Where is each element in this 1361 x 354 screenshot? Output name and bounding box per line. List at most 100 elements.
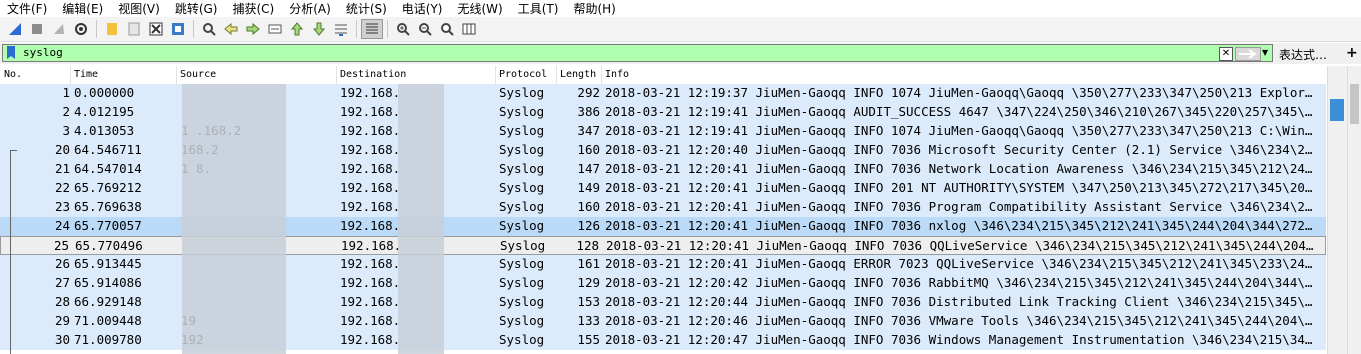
cell-length: 128 <box>576 238 599 253</box>
menu-wireless[interactable]: 无线(W) <box>451 0 511 17</box>
zoom-normal-icon[interactable] <box>436 19 458 39</box>
cell-no: 20 <box>54 142 70 157</box>
toolbar-separator <box>193 20 194 38</box>
cell-protocol: Syslog <box>499 85 545 100</box>
arrow-right-icon <box>1239 49 1257 59</box>
cell-time: 64.547014 <box>74 161 142 176</box>
cell-time: 65.914086 <box>74 275 142 290</box>
first-packet-icon[interactable] <box>286 19 308 39</box>
find-packet-icon[interactable] <box>198 19 220 39</box>
col-protocol-header[interactable]: Protocol <box>499 69 547 80</box>
add-filter-button[interactable]: + <box>1346 45 1358 61</box>
minimap-marker[interactable] <box>1330 99 1344 121</box>
save-file-icon[interactable] <box>123 19 145 39</box>
cell-time: 4.012195 <box>74 104 135 119</box>
autoscroll-icon[interactable] <box>330 19 352 39</box>
cell-protocol: Syslog <box>499 142 545 157</box>
cell-info: 2018-03-21 12:20:42 JiuMen-Gaoqq INFO 70… <box>605 275 1313 290</box>
close-file-icon[interactable] <box>145 19 167 39</box>
cell-no: 1 <box>62 85 70 100</box>
col-destination-header[interactable]: Destination <box>340 69 406 80</box>
shark-fin-start-icon[interactable] <box>4 19 26 39</box>
go-forward-icon[interactable] <box>242 19 264 39</box>
column-divider[interactable] <box>495 66 496 84</box>
cell-length: 161 <box>577 256 600 271</box>
open-file-icon[interactable] <box>101 19 123 39</box>
redacted-source-blur <box>182 84 286 354</box>
zoom-in-icon[interactable] <box>392 19 414 39</box>
cell-no: 22 <box>54 180 70 195</box>
menu-statistics[interactable]: 统计(S) <box>339 0 395 17</box>
menu-file[interactable]: 文件(F) <box>0 0 55 17</box>
cell-info: 2018-03-21 12:20:41 JiuMen-Gaoqq INFO 70… <box>605 161 1313 176</box>
cell-destination: 192.168. <box>340 161 401 176</box>
go-back-icon[interactable] <box>220 19 242 39</box>
colorize-icon[interactable] <box>361 19 383 39</box>
main-toolbar <box>0 17 1361 42</box>
col-time-header[interactable]: Time <box>74 69 98 80</box>
clear-filter-icon[interactable]: ✕ <box>1219 47 1233 61</box>
resize-columns-icon[interactable] <box>458 19 480 39</box>
display-filter-input[interactable]: syslog ✕ ▼ <box>2 44 1273 62</box>
column-divider[interactable] <box>70 66 71 84</box>
cell-no: 2 <box>62 104 70 119</box>
cell-info: 2018-03-21 12:20:47 JiuMen-Gaoqq INFO 70… <box>605 332 1313 347</box>
reload-file-icon[interactable] <box>167 19 189 39</box>
packet-list: 1 0.000000 192.168. Syslog 292 2018-03-21 12:… <box>0 84 1326 354</box>
toolbar-separator <box>96 20 97 38</box>
menu-analyze[interactable]: 分析(A) <box>282 0 339 17</box>
col-length-header[interactable]: Length <box>560 69 596 80</box>
cell-no: 27 <box>54 275 70 290</box>
cell-protocol: Syslog <box>499 161 545 176</box>
cell-info: 2018-03-21 12:20:44 JiuMen-Gaoqq INFO 70… <box>605 294 1313 309</box>
cell-destination: 192.168. <box>340 332 401 347</box>
apply-filter-button[interactable] <box>1235 47 1261 61</box>
col-no-header[interactable]: No. <box>4 69 22 80</box>
cell-info: 2018-03-21 12:19:37 JiuMen-Gaoqq INFO 10… <box>605 85 1313 100</box>
filter-history-dropdown-icon[interactable]: ▼ <box>1262 48 1268 57</box>
restart-icon[interactable] <box>48 19 70 39</box>
cell-no: 23 <box>54 199 70 214</box>
column-divider[interactable] <box>601 66 602 84</box>
scrollbar-thumb[interactable] <box>1350 84 1359 124</box>
menu-capture[interactable]: 捕获(C) <box>225 0 282 17</box>
cell-length: 133 <box>577 313 600 328</box>
capture-options-icon[interactable] <box>70 19 92 39</box>
col-info-header[interactable]: Info <box>605 69 629 80</box>
cell-length: 155 <box>577 332 600 347</box>
column-divider[interactable] <box>176 66 177 84</box>
cell-length: 386 <box>577 104 600 119</box>
col-source-header[interactable]: Source <box>180 69 216 80</box>
cell-no: 24 <box>54 218 70 233</box>
cell-info: 2018-03-21 12:20:41 JiuMen-Gaoqq INFO 70… <box>605 199 1313 214</box>
display-filter-bar: syslog ✕ ▼ 表达式… + <box>0 43 1361 64</box>
last-packet-icon[interactable] <box>308 19 330 39</box>
cell-destination: 192.168. <box>340 142 401 157</box>
toolbar-separator <box>387 20 388 38</box>
cell-time: 65.769638 <box>74 199 142 214</box>
menu-go[interactable]: 跳转(G) <box>168 0 226 17</box>
cell-protocol: Syslog <box>499 332 545 347</box>
stop-icon[interactable] <box>26 19 48 39</box>
cell-protocol: Syslog <box>499 123 545 138</box>
cell-destination: 192.168. <box>340 294 401 309</box>
cell-protocol: Syslog <box>499 218 545 233</box>
column-divider[interactable] <box>336 66 337 84</box>
cell-info: 2018-03-21 12:20:41 JiuMen-Gaoqq INFO 70… <box>605 218 1313 233</box>
cell-info: 2018-03-21 12:20:41 JiuMen-Gaoqq INFO 70… <box>606 238 1314 253</box>
expression-button[interactable]: 表达式… <box>1279 46 1327 63</box>
menu-view[interactable]: 视图(V) <box>111 0 168 17</box>
cell-time: 71.009780 <box>74 332 142 347</box>
menu-help[interactable]: 帮助(H) <box>566 0 623 17</box>
conversation-bracket <box>10 150 17 354</box>
go-to-packet-icon[interactable] <box>264 19 286 39</box>
menu-tools[interactable]: 工具(T) <box>511 0 567 17</box>
menu-edit[interactable]: 编辑(E) <box>55 0 111 17</box>
zoom-out-icon[interactable] <box>414 19 436 39</box>
menu-telephony[interactable]: 电话(Y) <box>395 0 451 17</box>
bookmark-icon[interactable] <box>6 46 16 60</box>
packet-list-header: No. Time Source Destination Protocol Len… <box>0 66 1326 85</box>
column-divider[interactable] <box>556 66 557 84</box>
cell-protocol: Syslog <box>499 256 545 271</box>
cell-info: 2018-03-21 12:19:41 JiuMen-Gaoqq INFO 10… <box>605 123 1313 138</box>
